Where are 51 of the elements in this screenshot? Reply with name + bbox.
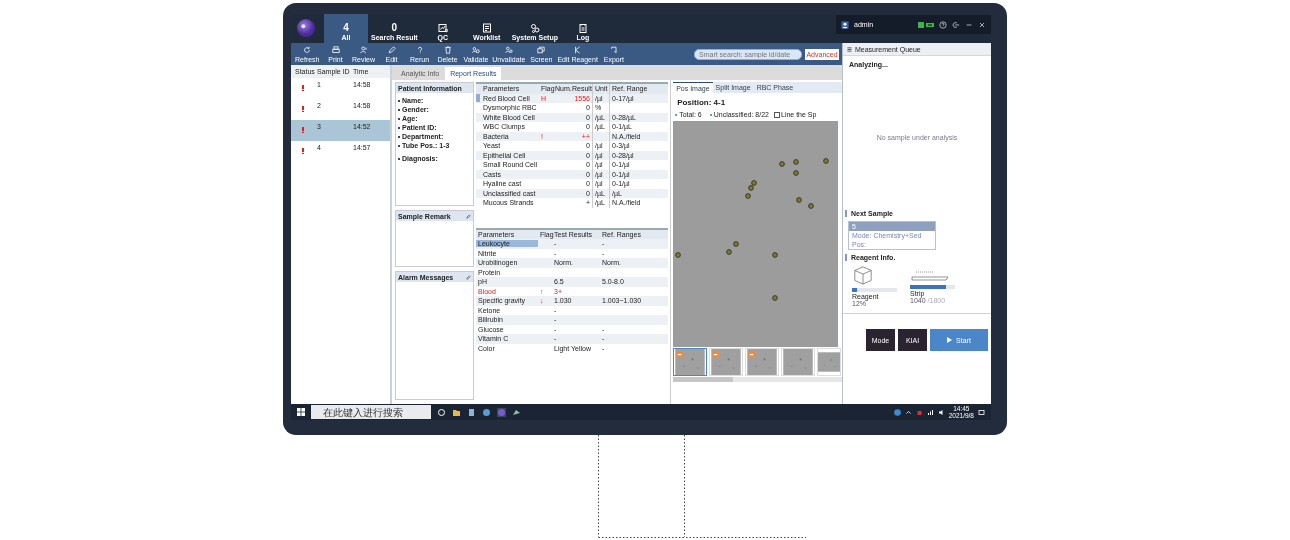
reagent-box-icon [852, 265, 874, 285]
menu-icon[interactable] [847, 46, 852, 52]
people-icon [471, 45, 480, 54]
caret-icon[interactable] [904, 408, 912, 416]
person-icon [359, 45, 368, 54]
thumbnail[interactable] [673, 348, 708, 376]
edit-icon[interactable] [466, 274, 471, 280]
alert-icon [301, 106, 305, 112]
help-icon[interactable] [893, 408, 901, 416]
printer-icon [331, 45, 340, 54]
selection-marker [476, 94, 480, 103]
network-icon[interactable] [926, 408, 934, 416]
tray-app-icon[interactable] [915, 408, 923, 416]
bracket-icon [573, 45, 582, 54]
notification-icon[interactable] [978, 408, 985, 416]
trash-icon [443, 45, 452, 54]
scrollbar[interactable] [673, 377, 842, 382]
export-icon [609, 45, 618, 54]
alert-icon [301, 85, 305, 91]
pencil-icon [387, 45, 396, 54]
alert-icon [301, 148, 305, 154]
play-icon [947, 337, 953, 343]
level-bar [910, 285, 955, 289]
refresh-icon [303, 45, 312, 54]
position-title: Position: 4-1 [677, 98, 727, 107]
taskbar-search-field[interactable]: 在此键入进行搜索 [311, 405, 431, 419]
gears-icon [529, 23, 540, 33]
app-icon[interactable] [497, 407, 506, 417]
logout-icon[interactable] [952, 20, 960, 29]
windows-icon [537, 45, 546, 54]
checkbox[interactable] [774, 111, 780, 118]
edit-icon[interactable] [466, 213, 471, 219]
circle-icon[interactable] [437, 407, 446, 417]
test-strip-icon [910, 268, 950, 282]
folder-icon[interactable] [452, 407, 461, 417]
volume-icon[interactable] [937, 408, 945, 416]
app-icon[interactable] [512, 407, 521, 417]
status-indicator-icon [918, 21, 934, 28]
document-icon [481, 23, 492, 33]
windows-start-icon[interactable] [297, 408, 305, 416]
app-icon[interactable] [467, 407, 476, 417]
alert-icon [301, 127, 305, 133]
logo-icon [297, 19, 315, 37]
close-icon[interactable] [978, 20, 986, 29]
notepad-icon [578, 23, 588, 33]
globe-icon[interactable] [482, 407, 491, 417]
chart-icon [437, 23, 448, 33]
question-icon [415, 45, 424, 54]
help-icon[interactable] [939, 20, 947, 29]
avatar-icon [841, 20, 849, 29]
person-gear-icon [504, 45, 513, 54]
